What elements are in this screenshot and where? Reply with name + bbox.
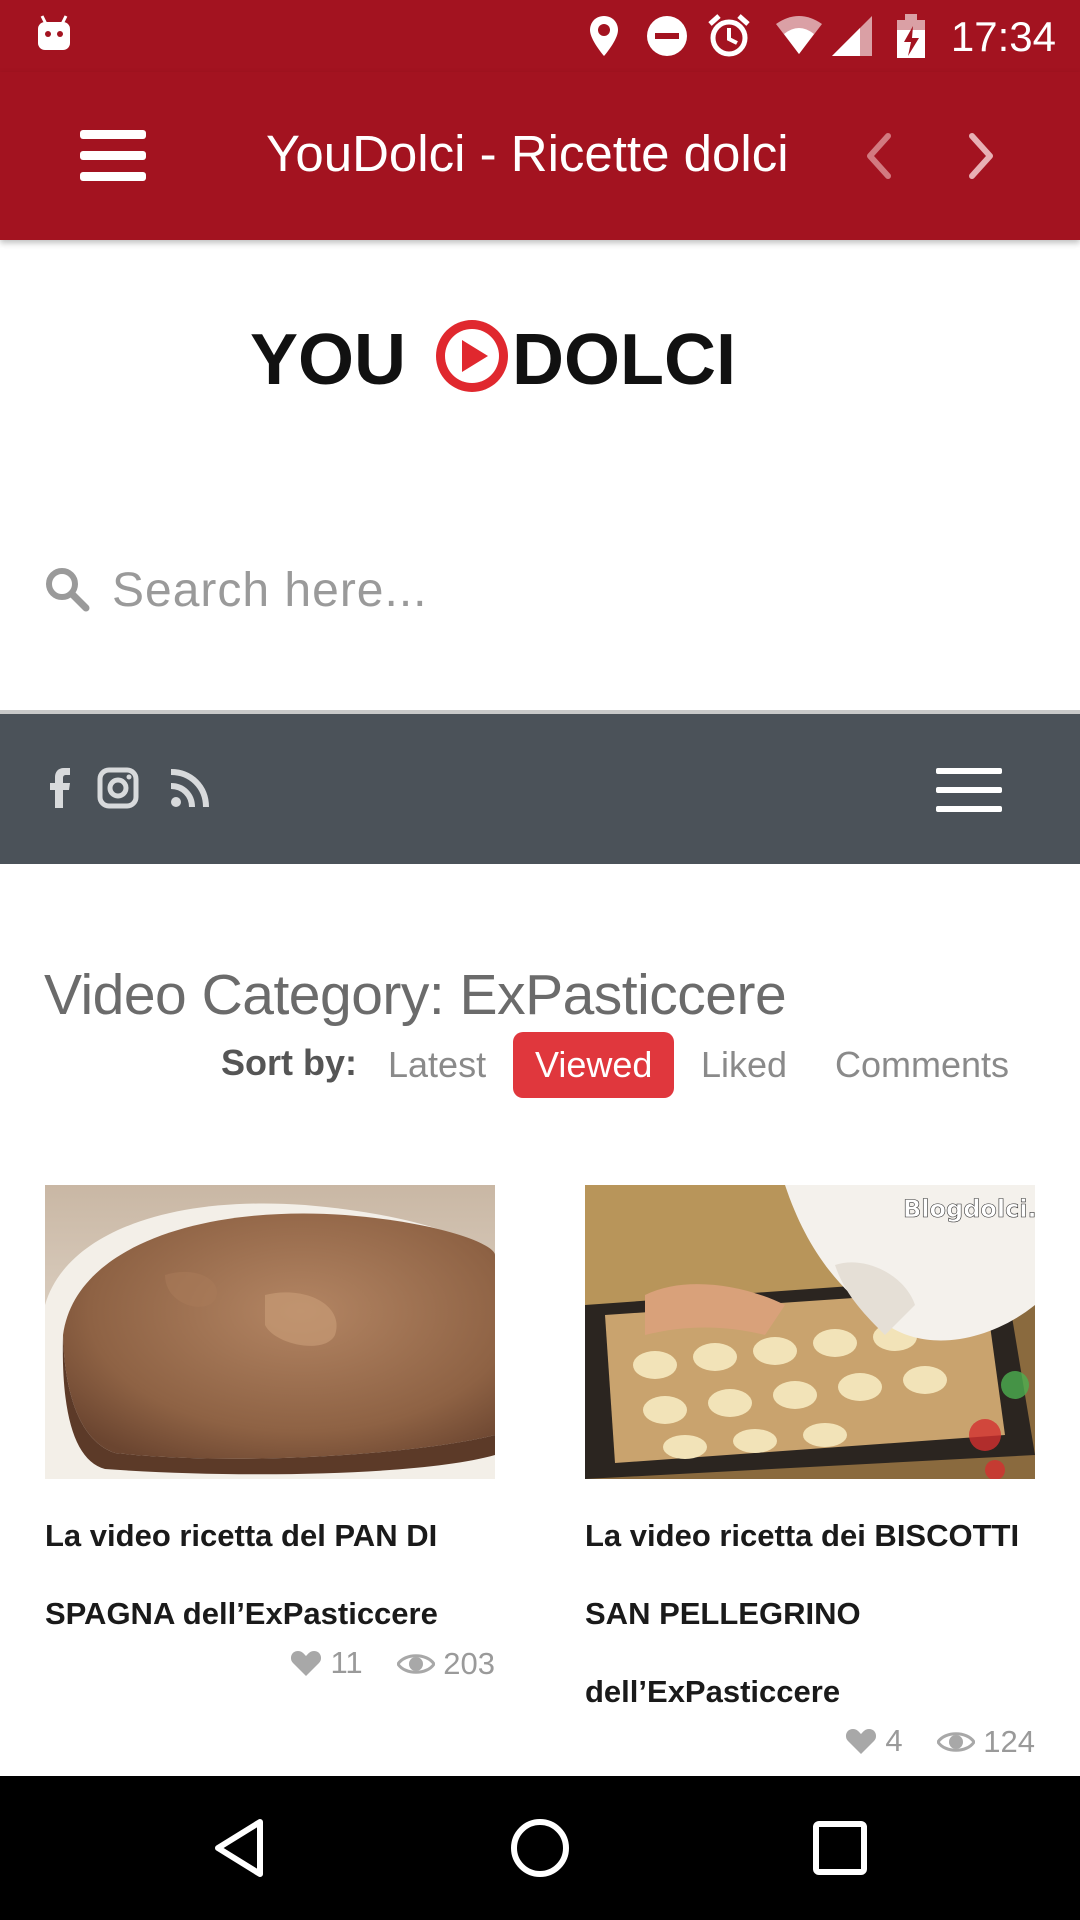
instagram-icon[interactable] <box>94 764 142 812</box>
clock: 17:34 <box>950 13 1056 60</box>
sort-option-liked[interactable]: Liked <box>679 1032 809 1098</box>
hamburger-menu-icon[interactable] <box>936 768 1002 816</box>
sort-option-latest[interactable]: Latest <box>366 1032 508 1098</box>
rss-icon[interactable] <box>166 764 214 812</box>
android-notification-icon <box>38 15 70 50</box>
like-count: 4 <box>885 1723 903 1758</box>
cell-signal-icon <box>832 16 872 56</box>
thumbnail-watermark: Blogdolci.co <box>903 1195 1035 1223</box>
like-count: 11 <box>330 1645 363 1680</box>
system-nav-bar <box>0 1776 1080 1920</box>
social-bar <box>0 714 1080 864</box>
chevron-right-icon[interactable] <box>950 126 1010 186</box>
video-title[interactable]: La video ricetta del PAN DI SPAGNA dell’… <box>45 1497 495 1653</box>
search-input[interactable] <box>112 550 1012 630</box>
wifi-icon <box>776 16 822 54</box>
home-icon[interactable] <box>504 1812 576 1884</box>
logo-text-you: YOU <box>250 320 406 400</box>
sort-option-viewed[interactable]: Viewed <box>513 1032 675 1098</box>
heart-icon <box>291 1651 322 1676</box>
search-bar <box>0 540 1080 640</box>
app-title: YouDolci - Ricette dolci <box>266 125 789 182</box>
view-count: 124 <box>983 1724 1035 1759</box>
search-icon[interactable] <box>44 566 90 612</box>
facebook-icon[interactable] <box>36 764 84 812</box>
video-title[interactable]: La video ricetta dei BISCOTTI SAN PELLEG… <box>585 1497 1035 1731</box>
status-bar: 17:34 <box>0 0 1080 72</box>
back-icon[interactable] <box>204 1812 276 1884</box>
video-card: La video ricetta del PAN DI SPAGNA dell’… <box>45 1185 495 1687</box>
view-count: 203 <box>443 1646 495 1681</box>
heart-icon <box>846 1729 877 1754</box>
location-icon <box>590 16 618 56</box>
logo-text-dolci: DOLCI <box>512 320 736 400</box>
hamburger-menu-icon[interactable] <box>80 130 146 182</box>
sort-bar: Sort by: Latest Viewed Liked Comments <box>0 1032 1080 1098</box>
youdolci-logo[interactable]: YOU DOLCI <box>250 304 770 400</box>
do-not-disturb-icon <box>647 16 687 56</box>
sort-label: Sort by: <box>221 1042 358 1083</box>
recents-icon[interactable] <box>804 1812 876 1884</box>
video-card: Blogdolci.co La video ricetta dei BISCOT… <box>585 1185 1035 1765</box>
battery-charging-icon <box>897 14 925 58</box>
sort-option-comments[interactable]: Comments <box>813 1032 1031 1098</box>
chevron-left-icon[interactable] <box>850 126 910 186</box>
page-title: Video Category: ExPasticcere <box>44 963 787 1027</box>
app-bar: YouDolci - Ricette dolci <box>0 72 1080 240</box>
eye-icon <box>937 1732 976 1752</box>
eye-icon <box>397 1654 436 1674</box>
video-thumbnail[interactable]: Blogdolci.co <box>585 1185 1035 1479</box>
video-thumbnail[interactable] <box>45 1185 495 1479</box>
logo-area: YOU DOLCI <box>0 240 1080 470</box>
alarm-icon <box>708 14 750 57</box>
